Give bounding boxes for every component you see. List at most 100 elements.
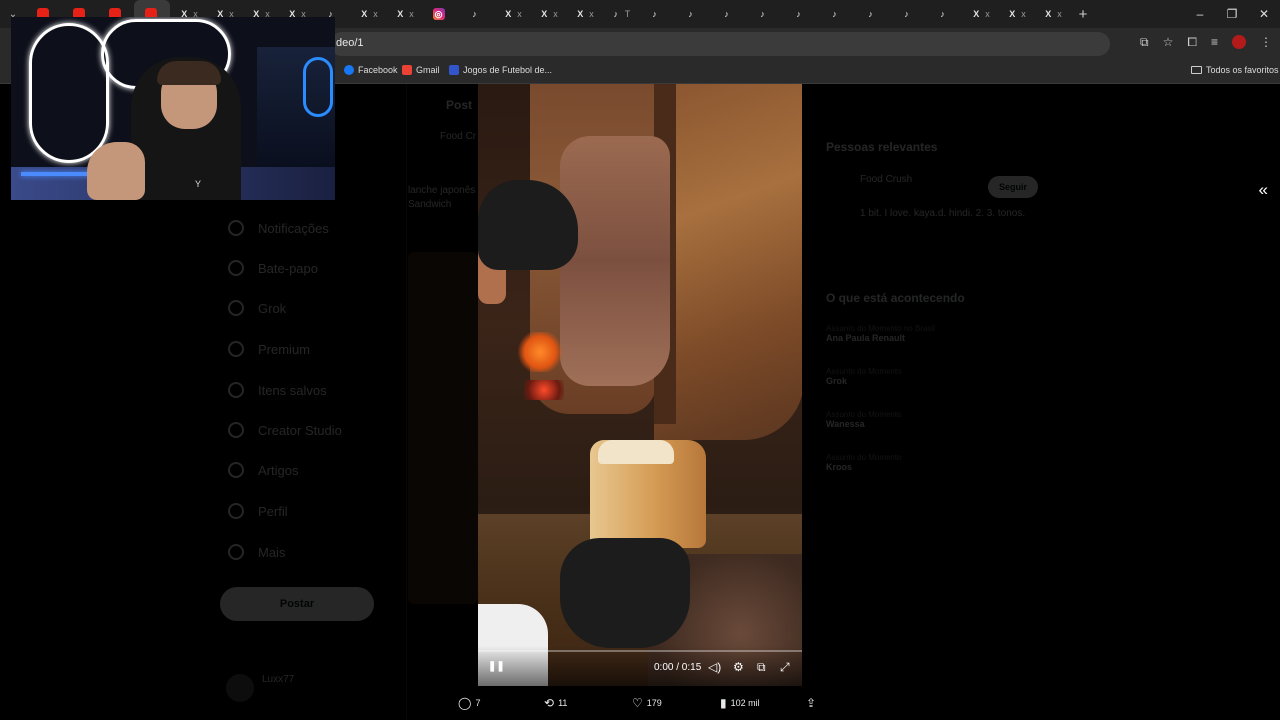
browser-tab[interactable]: Xx <box>386 0 422 28</box>
more-icon <box>228 544 244 560</box>
browser-tab[interactable]: Xx <box>1034 0 1070 28</box>
browser-tab[interactable]: ♪ <box>674 0 710 28</box>
grok-icon <box>228 300 244 316</box>
settings-gear-icon[interactable]: ⚙ <box>733 660 744 674</box>
nav-perfil[interactable]: Perfil <box>228 503 288 519</box>
repost-button[interactable]: ⟲ 11 <box>544 696 567 710</box>
shirt-logo-icon: Y <box>195 179 202 189</box>
nav-bate-papo[interactable]: Bate-papo <box>228 260 318 276</box>
trend-item[interactable]: Assunto do Momento Kroos <box>826 453 1046 472</box>
progress-bar[interactable] <box>478 650 802 652</box>
nav-grok[interactable]: Grok <box>228 300 286 316</box>
media-control-icon[interactable]: ≡ <box>1211 35 1218 50</box>
browser-tab[interactable]: Xx <box>962 0 998 28</box>
nav-premium[interactable]: Premium <box>228 341 310 357</box>
browser-tab[interactable]: ♪ <box>818 0 854 28</box>
x-icon: X <box>1009 9 1016 19</box>
url-text[interactable]: deo/1 <box>336 37 364 49</box>
tab-title: x <box>1021 9 1026 19</box>
trend-item[interactable]: Assunto do Momento no Brasil Ana Paula Re… <box>826 324 1046 343</box>
browser-tab[interactable]: ♪ <box>890 0 926 28</box>
browser-tab[interactable]: Xx <box>566 0 602 28</box>
browser-tab[interactable]: ♪ <box>746 0 782 28</box>
heart-icon: ♡ <box>632 696 643 710</box>
profile-avatar[interactable] <box>1232 35 1246 49</box>
browser-tab[interactable]: ♪ <box>854 0 890 28</box>
browser-tab[interactable]: ♪ <box>638 0 674 28</box>
restore-button[interactable]: ❐ <box>1216 0 1248 28</box>
browser-tab[interactable]: Xx <box>494 0 530 28</box>
new-tab-button[interactable]: + <box>1070 6 1096 23</box>
x-icon: X <box>1045 9 1052 19</box>
tiktok-icon: ♪ <box>832 9 837 19</box>
tiktok-icon: ♪ <box>760 9 765 19</box>
extensions-icon[interactable]: ⧠ <box>1187 35 1197 50</box>
bookmark-star-icon[interactable]: ☆ <box>1163 35 1174 50</box>
x-icon: X <box>973 9 980 19</box>
views-icon: ▮ <box>720 696 727 710</box>
browser-tab[interactable]: Xx <box>350 0 386 28</box>
views-count: 102 mil <box>730 698 760 708</box>
install-app-icon[interactable]: ⧉ <box>1140 35 1149 50</box>
bookmark-label: Gmail <box>416 65 440 75</box>
nav-mais[interactable]: Mais <box>228 544 285 560</box>
browser-tab[interactable]: Xx <box>998 0 1034 28</box>
menu-kebab-icon[interactable]: ⋮ <box>1260 35 1272 50</box>
all-bookmarks-label: Todos os favoritos <box>1206 65 1279 75</box>
reply-count: 7 <box>475 698 481 708</box>
picture-in-picture-icon[interactable]: ⧉ <box>757 660 766 675</box>
views-button[interactable]: ▮ 102 mil <box>720 696 760 710</box>
x-icon: X <box>577 9 584 19</box>
bookmark-label: Jogos de Futebol de... <box>463 65 553 75</box>
browser-tab[interactable]: Xx <box>530 0 566 28</box>
pause-icon[interactable]: ❚❚ <box>488 661 505 672</box>
facebook-icon <box>344 65 354 75</box>
bookmark-gmail[interactable]: Gmail <box>402 65 440 75</box>
browser-tab[interactable]: ♪ T <box>602 0 638 28</box>
hair-image <box>157 61 221 85</box>
bookmark-jogos[interactable]: Jogos de Futebol de... <box>449 65 552 75</box>
video-player[interactable]: ❚❚ 0:00 / 0:15 ◁) ⚙ ⧉ ⤢ <box>478 84 802 686</box>
browser-tab[interactable]: ◎ <box>422 0 458 28</box>
tab-title: x <box>409 9 414 19</box>
browser-tab[interactable]: ♪ <box>458 0 494 28</box>
share-button[interactable]: ⇪ <box>806 696 816 710</box>
trending-title: O que está acontecendo <box>826 291 965 305</box>
collapse-panel-icon[interactable]: « <box>1259 180 1268 200</box>
window-controls: – ❐ ✕ <box>1184 0 1280 28</box>
trend-item[interactable]: Assunto do Momento Grok <box>826 367 1046 386</box>
post-button[interactable]: Postar <box>220 587 374 621</box>
browser-tab[interactable]: ♪ <box>782 0 818 28</box>
nav-notificacoes[interactable]: Notificações <box>228 220 329 236</box>
nav-creator-studio[interactable]: Creator Studio <box>228 422 342 438</box>
browser-tab[interactable]: ♪ <box>926 0 962 28</box>
premium-icon <box>228 341 244 357</box>
all-bookmarks-button[interactable]: Todos os favoritos <box>1191 65 1279 75</box>
bookmark-facebook[interactable]: Facebook <box>344 65 398 75</box>
address-bar[interactable]: deo/1 <box>330 32 1110 56</box>
trend-item[interactable]: Assunto do Momento Wanessa <box>826 410 1046 429</box>
post-media-thumb <box>408 252 478 604</box>
fullscreen-icon[interactable]: ⤢ <box>780 660 790 675</box>
reply-button[interactable]: ◯ 7 <box>458 696 480 710</box>
tab-title: x <box>517 9 522 19</box>
tiktok-icon: ♪ <box>868 9 873 19</box>
nav-artigos[interactable]: Artigos <box>228 462 298 478</box>
tiktok-icon: ♪ <box>940 9 945 19</box>
account-avatar[interactable] <box>226 674 254 702</box>
nav-label: Grok <box>258 300 287 316</box>
share-icon: ⇪ <box>806 696 817 710</box>
like-button[interactable]: ♡ 179 <box>632 696 662 710</box>
relevant-account-name[interactable]: Food Crush <box>860 174 1080 185</box>
browser-tab[interactable]: ♪ <box>710 0 746 28</box>
follow-button[interactable]: Seguir <box>988 176 1038 198</box>
nav-label: Perfil <box>258 503 288 519</box>
volume-icon[interactable]: ◁) <box>708 660 721 674</box>
minimize-button[interactable]: – <box>1184 0 1216 28</box>
meat-image <box>654 84 802 440</box>
glove-image <box>560 538 690 648</box>
nav-itens-salvos[interactable]: Itens salvos <box>228 382 327 398</box>
account-name[interactable]: Luxx77 <box>262 674 294 685</box>
close-window-button[interactable]: ✕ <box>1248 0 1280 28</box>
nav-label: Premium <box>258 341 311 357</box>
